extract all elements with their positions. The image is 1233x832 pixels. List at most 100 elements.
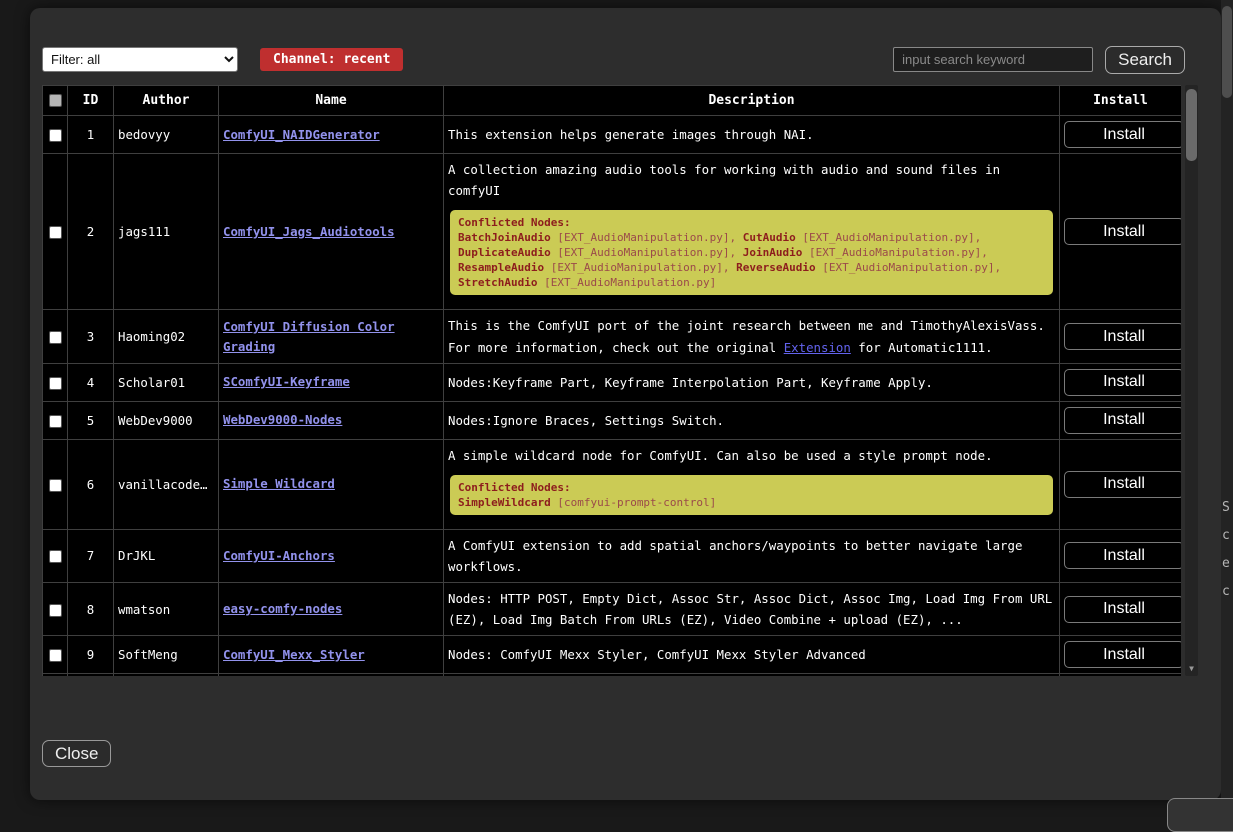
row-checkbox[interactable] xyxy=(49,649,62,662)
row-checkbox[interactable] xyxy=(49,226,62,239)
row-checkbox[interactable] xyxy=(49,377,62,390)
row-id: 6 xyxy=(68,439,114,529)
search-button[interactable]: Search xyxy=(1105,46,1185,74)
table-row: 1 bedovyy ComfyUI_NAIDGenerator This ext… xyxy=(43,116,1182,154)
table-row: 8 wmatson easy-comfy-nodes Nodes: HTTP P… xyxy=(43,582,1182,635)
conflict-box: Conflicted Nodes: SimpleWildcard [comfyu… xyxy=(450,475,1053,515)
install-button[interactable]: Install xyxy=(1064,369,1181,396)
extension-external-link[interactable]: Extension xyxy=(784,340,851,355)
row-id: 9 xyxy=(68,636,114,674)
row-checkbox[interactable] xyxy=(49,415,62,428)
row-author: jags111 xyxy=(114,154,219,310)
install-button[interactable]: Install xyxy=(1064,121,1181,148)
conflict-node-source: [EXT_AudioManipulation.py], xyxy=(557,246,736,259)
row-checkbox[interactable] xyxy=(49,331,62,344)
row-description: Nodes: ComfyUI Mexx Styler, ComfyUI Mexx… xyxy=(448,644,1055,665)
row-author: DrJKL xyxy=(114,529,219,582)
row-description: A collection amazing audio tools for wor… xyxy=(448,159,1055,201)
extension-name-link[interactable]: ComfyUI-Anchors xyxy=(223,548,335,563)
header-name: Name xyxy=(219,86,444,116)
header-description: Description xyxy=(444,86,1060,116)
row-author: vanillacode… xyxy=(114,439,219,529)
install-button[interactable]: Install xyxy=(1064,471,1181,498)
table-row: 9 SoftMeng ComfyUI_Mexx_Styler Nodes: Co… xyxy=(43,636,1182,674)
description-text: for Automatic1111. xyxy=(851,340,993,355)
install-button[interactable]: Install xyxy=(1064,407,1181,434)
row-id: 7 xyxy=(68,529,114,582)
partial-corner-button[interactable] xyxy=(1167,798,1233,832)
row-description: This is the ComfyUI port of the joint re… xyxy=(448,315,1055,357)
scroll-down-arrow-icon[interactable]: ▼ xyxy=(1185,665,1198,673)
extension-name-link[interactable]: Simple Wildcard xyxy=(223,476,335,491)
conflict-node-source: [EXT_AudioManipulation.py], xyxy=(557,231,736,244)
conflict-node-name: BatchJoinAudio xyxy=(458,231,551,244)
row-author: Haoming02 xyxy=(114,310,219,363)
row-id: 3 xyxy=(68,310,114,363)
close-button[interactable]: Close xyxy=(42,740,111,767)
toolbar: Filter: all Channel: recent Search xyxy=(42,46,1209,73)
table-header-row: ID Author Name Description Install xyxy=(43,86,1182,116)
extension-name-link[interactable]: SComfyUI-Keyframe xyxy=(223,374,350,389)
clipped-background-text: c xyxy=(1222,584,1230,599)
search-input[interactable] xyxy=(893,47,1093,72)
extension-name-link[interactable]: ComfyUI_Mexx_Styler xyxy=(223,647,365,662)
page-scrollbar[interactable] xyxy=(1221,0,1233,815)
install-button[interactable]: Install xyxy=(1064,596,1181,623)
extension-name-link[interactable]: easy-comfy-nodes xyxy=(223,601,342,616)
row-description: A ComfyUI extension to add spatial ancho… xyxy=(448,535,1055,577)
row-checkbox[interactable] xyxy=(49,129,62,142)
row-id: 10 xyxy=(68,674,114,676)
clipped-background-text: e xyxy=(1222,556,1230,571)
extension-name-link[interactable]: ComfyUI Diffusion Color Grading xyxy=(223,319,395,354)
conflict-node-name: JoinAudio xyxy=(743,246,803,259)
conflict-items: BatchJoinAudio [EXT_AudioManipulation.py… xyxy=(458,230,1045,290)
row-id: 8 xyxy=(68,582,114,635)
row-checkbox[interactable] xyxy=(49,550,62,563)
extension-name-link[interactable]: WebDev9000-Nodes xyxy=(223,412,342,427)
install-button[interactable]: Install xyxy=(1064,641,1181,668)
row-id: 4 xyxy=(68,363,114,401)
conflict-node-source: [EXT_AudioManipulation.py] xyxy=(544,276,716,289)
clipped-background-text: S xyxy=(1222,500,1230,515)
conflict-node-name: CutAudio xyxy=(743,231,796,244)
page-scrollbar-thumb[interactable] xyxy=(1222,6,1232,98)
install-button[interactable]: Install xyxy=(1064,218,1181,245)
header-id: ID xyxy=(68,86,114,116)
row-author: bedovyy xyxy=(114,116,219,154)
install-button[interactable]: Install xyxy=(1064,542,1181,569)
install-custom-nodes-dialog: Filter: all Channel: recent Search ID Au… xyxy=(30,8,1221,800)
table-row: 10 zcfrank1st ComfyUI Yolov8 Nodes: Yolo… xyxy=(43,674,1182,676)
row-checkbox[interactable] xyxy=(49,604,62,617)
filter-select[interactable]: Filter: all xyxy=(42,47,238,72)
conflict-items: SimpleWildcard [comfyui-prompt-control] xyxy=(458,495,1045,510)
row-description: Nodes: HTTP POST, Empty Dict, Assoc Str,… xyxy=(448,588,1055,630)
row-author: SoftMeng xyxy=(114,636,219,674)
extension-name-link[interactable]: ComfyUI_Jags_Audiotools xyxy=(223,224,395,239)
conflict-title: Conflicted Nodes: xyxy=(458,215,1045,230)
table-scrollbar[interactable]: ▼ xyxy=(1185,85,1198,676)
table-row: 2 jags111 ComfyUI_Jags_Audiotools A coll… xyxy=(43,154,1182,310)
row-id: 5 xyxy=(68,401,114,439)
clipped-background-text: c xyxy=(1222,528,1230,543)
table-scrollbar-thumb[interactable] xyxy=(1186,89,1197,161)
row-description: A simple wildcard node for ComfyUI. Can … xyxy=(448,445,1055,466)
select-all-checkbox[interactable] xyxy=(49,94,62,107)
table-row: 7 DrJKL ComfyUI-Anchors A ComfyUI extens… xyxy=(43,529,1182,582)
row-author: wmatson xyxy=(114,582,219,635)
row-id: 1 xyxy=(68,116,114,154)
conflict-node-name: SimpleWildcard xyxy=(458,496,551,509)
row-id: 2 xyxy=(68,154,114,310)
row-author: WebDev9000 xyxy=(114,401,219,439)
conflict-node-source: [EXT_AudioManipulation.py], xyxy=(822,261,1001,274)
install-button[interactable]: Install xyxy=(1064,323,1181,350)
extension-name-link[interactable]: ComfyUI_NAIDGenerator xyxy=(223,127,380,142)
row-checkbox[interactable] xyxy=(49,479,62,492)
row-description: Nodes:Keyframe Part, Keyframe Interpolat… xyxy=(448,372,1055,393)
conflict-title: Conflicted Nodes: xyxy=(458,480,1045,495)
row-description: This extension helps generate images thr… xyxy=(448,124,1055,145)
table-row: 4 Scholar01 SComfyUI-Keyframe Nodes:Keyf… xyxy=(43,363,1182,401)
row-author: zcfrank1st xyxy=(114,674,219,676)
conflict-node-name: StretchAudio xyxy=(458,276,537,289)
table-row: 5 WebDev9000 WebDev9000-Nodes Nodes:Igno… xyxy=(43,401,1182,439)
conflict-node-name: ReverseAudio xyxy=(736,261,815,274)
